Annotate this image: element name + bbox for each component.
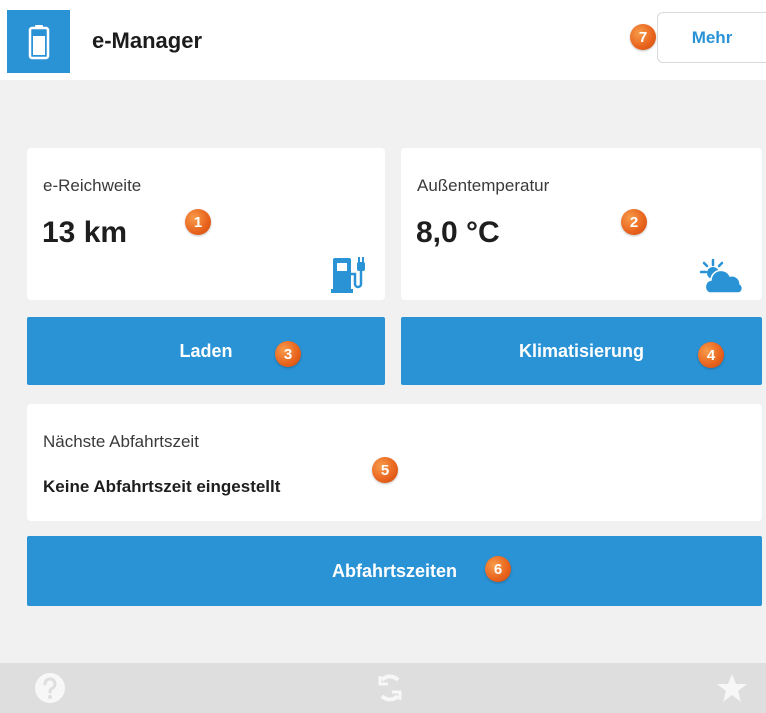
header-bar: e-Manager 7 Mehr	[0, 0, 766, 80]
temperature-card: Außentemperatur 8,0 °C 2	[401, 148, 762, 300]
range-label: e-Reichweite	[43, 176, 142, 195]
favorite-star-icon[interactable]	[716, 672, 748, 704]
app-icon	[7, 10, 70, 73]
charge-button[interactable]: Laden	[27, 317, 385, 385]
departure-label: Nächste Abfahrtszeit	[43, 432, 199, 451]
departure-value: Keine Abfahrtszeit eingestellt	[43, 477, 281, 496]
battery-icon	[28, 24, 49, 59]
climate-button-label: Klimatisierung	[518, 340, 645, 361]
temperature-value: 8,0 °C	[416, 216, 500, 249]
departure-times-button[interactable]: Abfahrtszeiten	[27, 536, 762, 606]
refresh-icon[interactable]	[374, 672, 406, 704]
badge-6: 6	[485, 556, 511, 582]
badge-4: 4	[698, 342, 724, 368]
more-button[interactable]: Mehr	[657, 12, 766, 63]
range-value: 13 km	[42, 216, 128, 249]
help-icon[interactable]	[34, 672, 66, 704]
departure-times-button-label: Abfahrtszeiten	[331, 560, 457, 581]
badge-2: 2	[621, 209, 647, 235]
charging-station-icon	[331, 257, 365, 293]
badge-1: 1	[185, 209, 211, 235]
partly-cloudy-icon	[699, 259, 744, 294]
charge-button-label: Laden	[179, 340, 233, 361]
footer-bar	[0, 663, 766, 713]
app-title: e-Manager	[92, 28, 203, 53]
badge-7: 7	[630, 24, 656, 50]
departure-card: Nächste Abfahrtszeit Keine Abfahrtszeit …	[27, 404, 762, 521]
badge-5: 5	[372, 457, 398, 483]
badge-3: 3	[275, 341, 301, 367]
temperature-label: Außentemperatur	[417, 176, 550, 195]
range-card: e-Reichweite 13 km 1	[27, 148, 385, 300]
